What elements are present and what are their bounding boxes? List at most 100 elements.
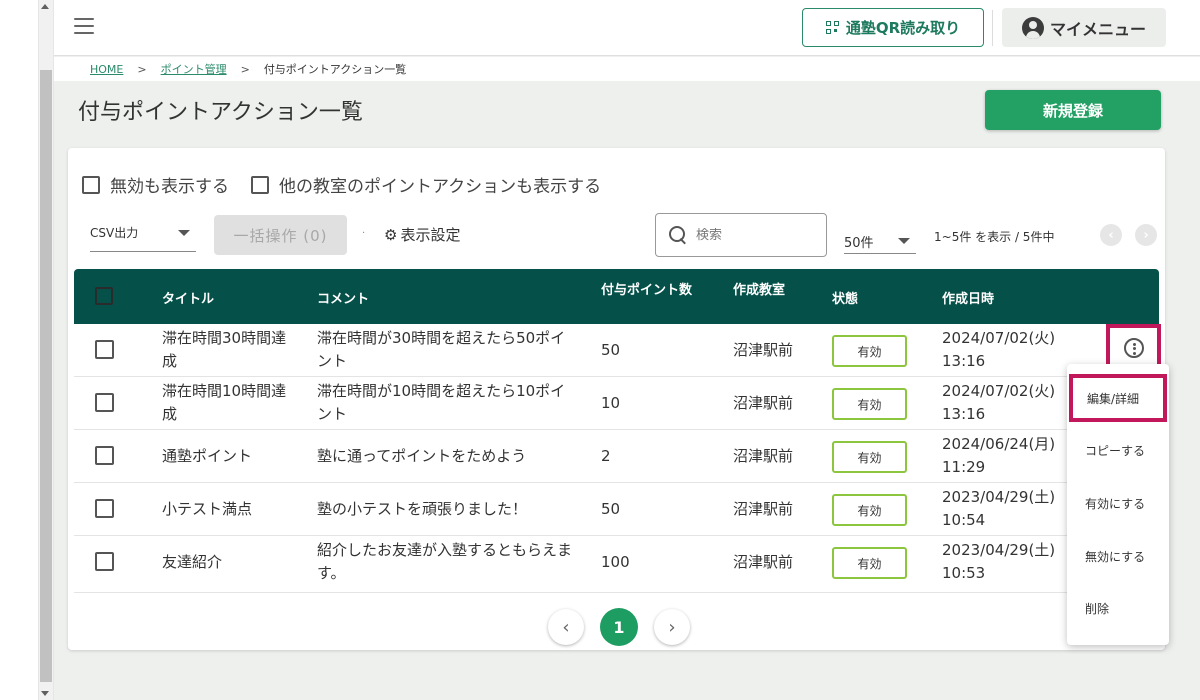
menu-item-edit-detail[interactable]: 編集/詳細	[1069, 374, 1167, 422]
header-title[interactable]: タイトル	[162, 288, 214, 307]
row-created-date: 2024/06/24(月)	[942, 435, 1056, 453]
breadcrumb-points-link[interactable]: ポイント管理	[161, 61, 227, 77]
row-created-time: 13:16	[942, 405, 986, 423]
show-other-classrooms-checkbox[interactable]	[251, 175, 269, 194]
pagination-next-icon[interactable]: ›	[654, 609, 690, 645]
table-row[interactable]: 通塾ポイント 塾に通ってポイントをためよう 2 沼津駅前 有効 2024/06/…	[74, 430, 1159, 483]
row-created: 2023/04/29(土) 10:53	[942, 539, 1072, 585]
next-page-icon[interactable]: ›	[1135, 224, 1157, 246]
row-points: 100	[601, 553, 630, 571]
prev-page-icon[interactable]: ‹	[1100, 224, 1122, 246]
table-row[interactable]: 小テスト満点 塾の小テストを頑張りました！ 50 沼津駅前 有効 2023/04…	[74, 483, 1159, 536]
scroll-up-arrow-icon[interactable]	[41, 4, 49, 9]
scroll-down-arrow-icon[interactable]	[41, 691, 49, 696]
row-title: 滞在時間30時間達成	[162, 329, 287, 370]
table-row[interactable]: 友達紹介 紹介したお友達が入塾するともらえます。 100 沼津駅前 有効 202…	[74, 536, 1159, 593]
row-title: 友達紹介	[162, 553, 223, 571]
menu-item-delete[interactable]: 削除	[1067, 582, 1169, 634]
status-badge: 有効	[832, 547, 907, 579]
breadcrumb: HOME > ポイント管理 > 付与ポイントアクション一覧	[54, 57, 1200, 81]
pagination: ‹ 1 ›	[548, 608, 690, 646]
row-created: 2023/04/29(土) 10:54	[942, 486, 1072, 532]
list-card: 無効も表示する 他の教室のポイントアクションも表示する CSV出力 一括操作 (…	[68, 148, 1165, 650]
table-header: タイトル コメント 付与ポイント数 作成教室 状態 作成日時	[74, 269, 1159, 324]
show-other-classrooms-label: 他の教室のポイントアクションも表示する	[279, 177, 602, 197]
row-comment: 滞在時間が30時間を超えたら50ポイント	[317, 329, 566, 370]
user-account-icon	[1021, 16, 1044, 39]
new-registration-button[interactable]: 新規登録	[985, 90, 1161, 130]
page-title: 付与ポイントアクション一覧	[78, 100, 363, 125]
select-all-checkbox[interactable]	[95, 287, 113, 305]
menu-item-copy[interactable]: コピーする	[1067, 424, 1169, 476]
menu-item-disable[interactable]: 無効にする	[1067, 530, 1169, 582]
table-toolbar: CSV出力 一括操作 (0) · ⚙ 表示設定 50件 1~5件 を表示 / 5…	[68, 212, 1165, 257]
row-classroom: 沼津駅前	[733, 500, 794, 518]
filter-row: 無効も表示する 他の教室のポイントアクションも表示する	[82, 172, 601, 197]
show-other-classrooms-filter[interactable]: 他の教室のポイントアクションも表示する	[251, 172, 601, 197]
row-title: 滞在時間10時間達成	[162, 382, 287, 423]
row-created-date: 2024/07/02(火)	[942, 329, 1056, 347]
search-field[interactable]	[655, 213, 827, 257]
header-points[interactable]: 付与ポイント数	[601, 279, 692, 298]
status-badge: 有効	[832, 494, 907, 526]
header-created[interactable]: 作成日時	[942, 288, 994, 307]
toolbar-dot-separator: ·	[362, 228, 366, 239]
header-classroom[interactable]: 作成教室	[733, 279, 785, 298]
breadcrumb-home-link[interactable]: HOME	[90, 63, 123, 76]
bulk-action-button: 一括操作 (0)	[214, 215, 347, 255]
row-created-date: 2024/07/02(火)	[942, 382, 1056, 400]
left-margin	[0, 0, 38, 700]
show-disabled-filter[interactable]: 無効も表示する	[82, 172, 229, 197]
more-vertical-icon	[1123, 337, 1144, 358]
show-disabled-label: 無効も表示する	[110, 177, 229, 197]
app: 通塾QR読み取り マイメニュー HOME > ポイント管理 > 付与ポイントアク…	[54, 0, 1200, 700]
hamburger-menu-icon[interactable]	[74, 18, 96, 36]
row-comment: 塾の小テストを頑張りました！	[317, 500, 528, 518]
row-points: 50	[601, 341, 621, 359]
breadcrumb-separator: >	[137, 62, 147, 76]
point-actions-table: タイトル コメント 付与ポイント数 作成教室 状態 作成日時 滞在時間30時間達…	[74, 269, 1159, 593]
row-classroom: 沼津駅前	[733, 341, 794, 359]
result-count: 1~5件 を表示 / 5件中	[934, 230, 1055, 244]
row-checkbox[interactable]	[95, 552, 114, 571]
row-checkbox[interactable]	[95, 446, 114, 465]
my-menu-button[interactable]: マイメニュー	[1002, 8, 1166, 47]
row-points: 50	[601, 500, 621, 518]
row-classroom: 沼津駅前	[733, 447, 794, 465]
search-input[interactable]	[696, 227, 806, 243]
status-badge: 有効	[832, 441, 907, 473]
row-created-time: 10:54	[942, 511, 986, 529]
menu-item-enable[interactable]: 有効にする	[1067, 477, 1169, 529]
qr-scan-button[interactable]: 通塾QR読み取り	[802, 8, 984, 47]
display-settings-button[interactable]: ⚙ 表示設定	[384, 224, 460, 245]
breadcrumb-current: 付与ポイントアクション一覧	[263, 63, 407, 76]
header-comment[interactable]: コメント	[317, 288, 369, 307]
header-status[interactable]: 状態	[832, 288, 858, 307]
pagination-prev-icon[interactable]: ‹	[548, 609, 584, 645]
pagination-current-page[interactable]: 1	[600, 608, 638, 646]
row-created: 2024/07/02(火) 13:16	[942, 380, 1072, 426]
row-comment: 塾に通ってポイントをためよう	[317, 447, 527, 465]
per-page-select[interactable]: 50件	[844, 226, 916, 254]
table-row[interactable]: 滞在時間30時間達成 滞在時間が30時間を超えたら50ポイント 50 沼津駅前 …	[74, 324, 1159, 377]
show-disabled-checkbox[interactable]	[82, 175, 100, 194]
csv-export-select[interactable]: CSV出力	[90, 222, 196, 252]
row-created-date: 2023/04/29(土)	[942, 488, 1056, 506]
row-created: 2024/06/24(月) 11:29	[942, 433, 1072, 479]
row-points: 10	[601, 394, 621, 412]
row-checkbox[interactable]	[95, 393, 114, 412]
row-created-date: 2023/04/29(土)	[942, 541, 1056, 559]
caret-down-icon	[178, 230, 190, 236]
row-actions-menu: 編集/詳細 コピーする 有効にする 無効にする 削除	[1067, 364, 1169, 645]
scroll-thumb[interactable]	[40, 70, 52, 682]
top-bar: 通塾QR読み取り マイメニュー	[54, 0, 1200, 56]
table-row[interactable]: 滞在時間10時間達成 滞在時間が10時間を超えたら10ポイント 10 沼津駅前 …	[74, 377, 1159, 430]
vertical-scrollbar[interactable]	[38, 0, 54, 700]
row-checkbox[interactable]	[95, 499, 114, 518]
row-comment: 滞在時間が10時間を超えたら10ポイント	[317, 382, 566, 423]
row-classroom: 沼津駅前	[733, 394, 794, 412]
per-page-value: 50件	[844, 236, 874, 251]
row-title: 通塾ポイント	[162, 447, 253, 465]
row-checkbox[interactable]	[95, 340, 114, 359]
status-badge: 有効	[832, 388, 907, 420]
